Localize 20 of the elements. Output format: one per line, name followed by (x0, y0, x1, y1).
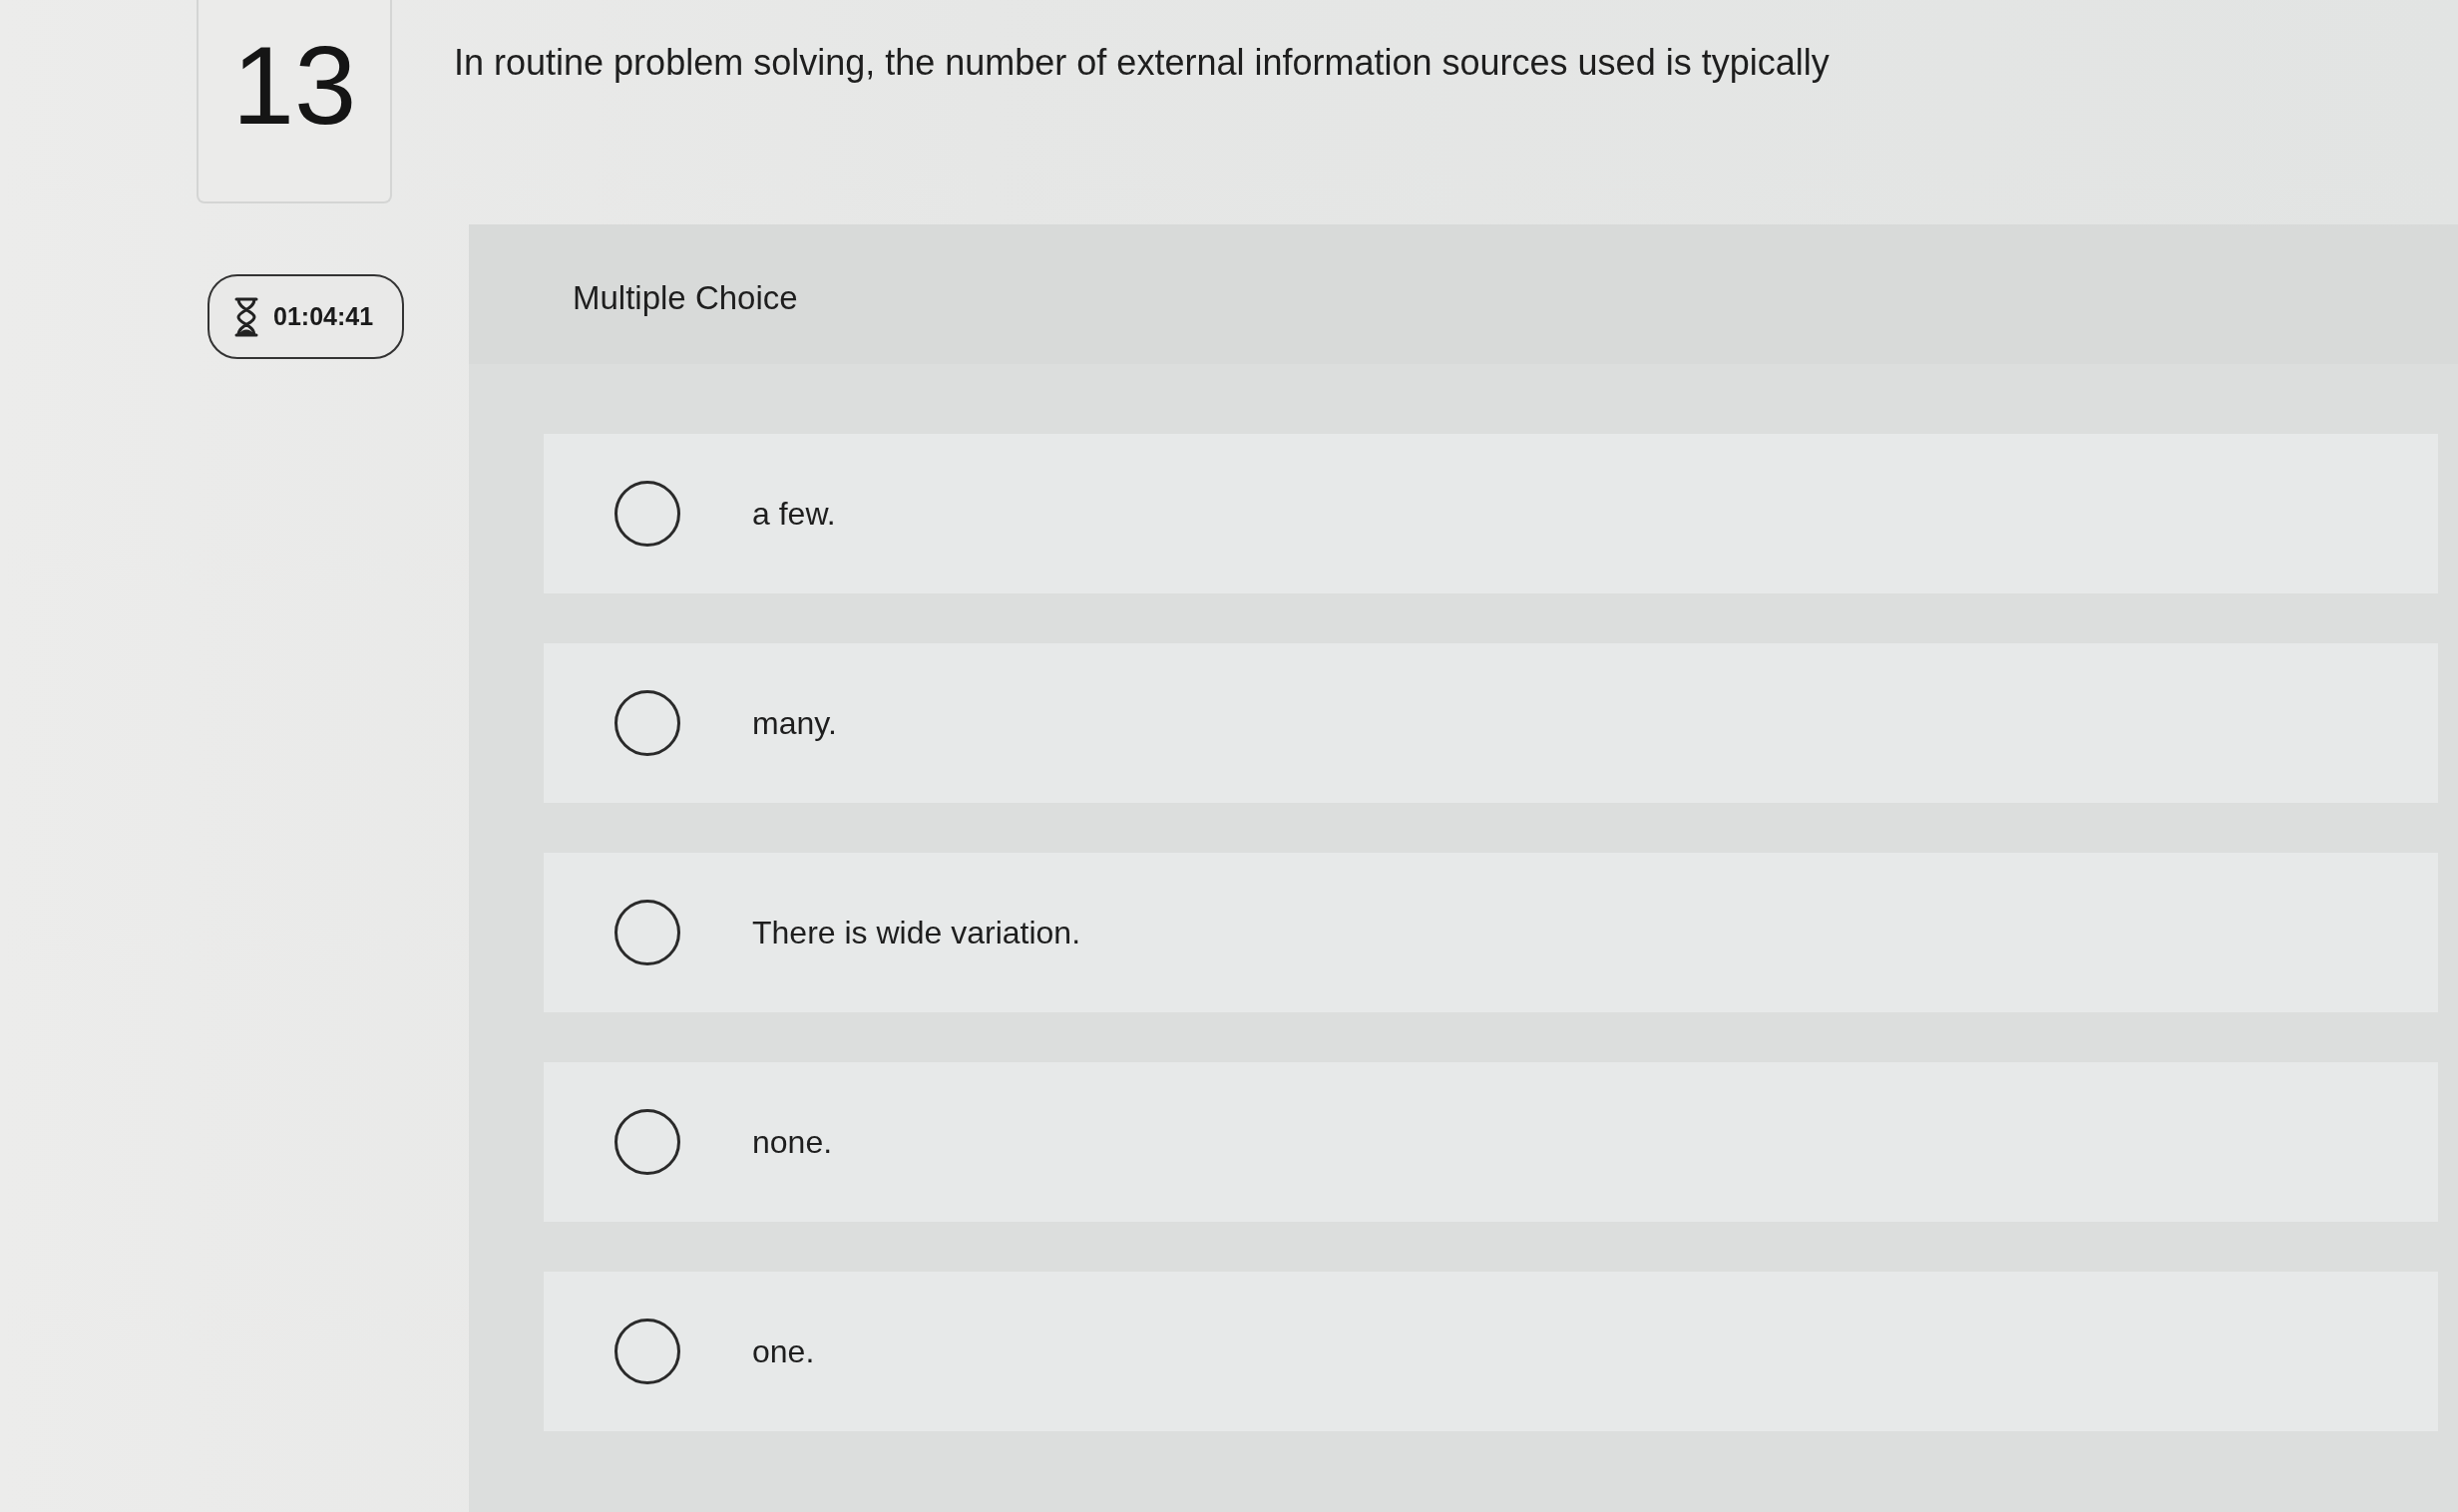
hourglass-icon (233, 296, 259, 337)
option-label: many. (752, 704, 837, 742)
option-label: one. (752, 1332, 815, 1370)
question-type-label: Multiple Choice (573, 279, 798, 316)
radio-button[interactable] (614, 690, 680, 756)
option-label: There is wide variation. (752, 914, 1081, 951)
timer-text: 01:04:41 (273, 302, 374, 331)
option-label: a few. (752, 495, 836, 533)
radio-button[interactable] (614, 900, 680, 965)
radio-button[interactable] (614, 481, 680, 547)
answer-option[interactable]: none. (544, 1062, 2438, 1222)
question-number: 13 (231, 30, 357, 142)
radio-button[interactable] (614, 1319, 680, 1384)
answer-option[interactable]: one. (544, 1272, 2438, 1431)
answer-option[interactable]: There is wide variation. (544, 853, 2438, 1012)
radio-button[interactable] (614, 1109, 680, 1175)
option-label: none. (752, 1123, 833, 1161)
answer-option[interactable]: a few. (544, 434, 2438, 593)
question-text: In routine problem solving, the number of external information sources used is typically (454, 41, 1830, 85)
answer-option[interactable]: many. (544, 643, 2438, 803)
